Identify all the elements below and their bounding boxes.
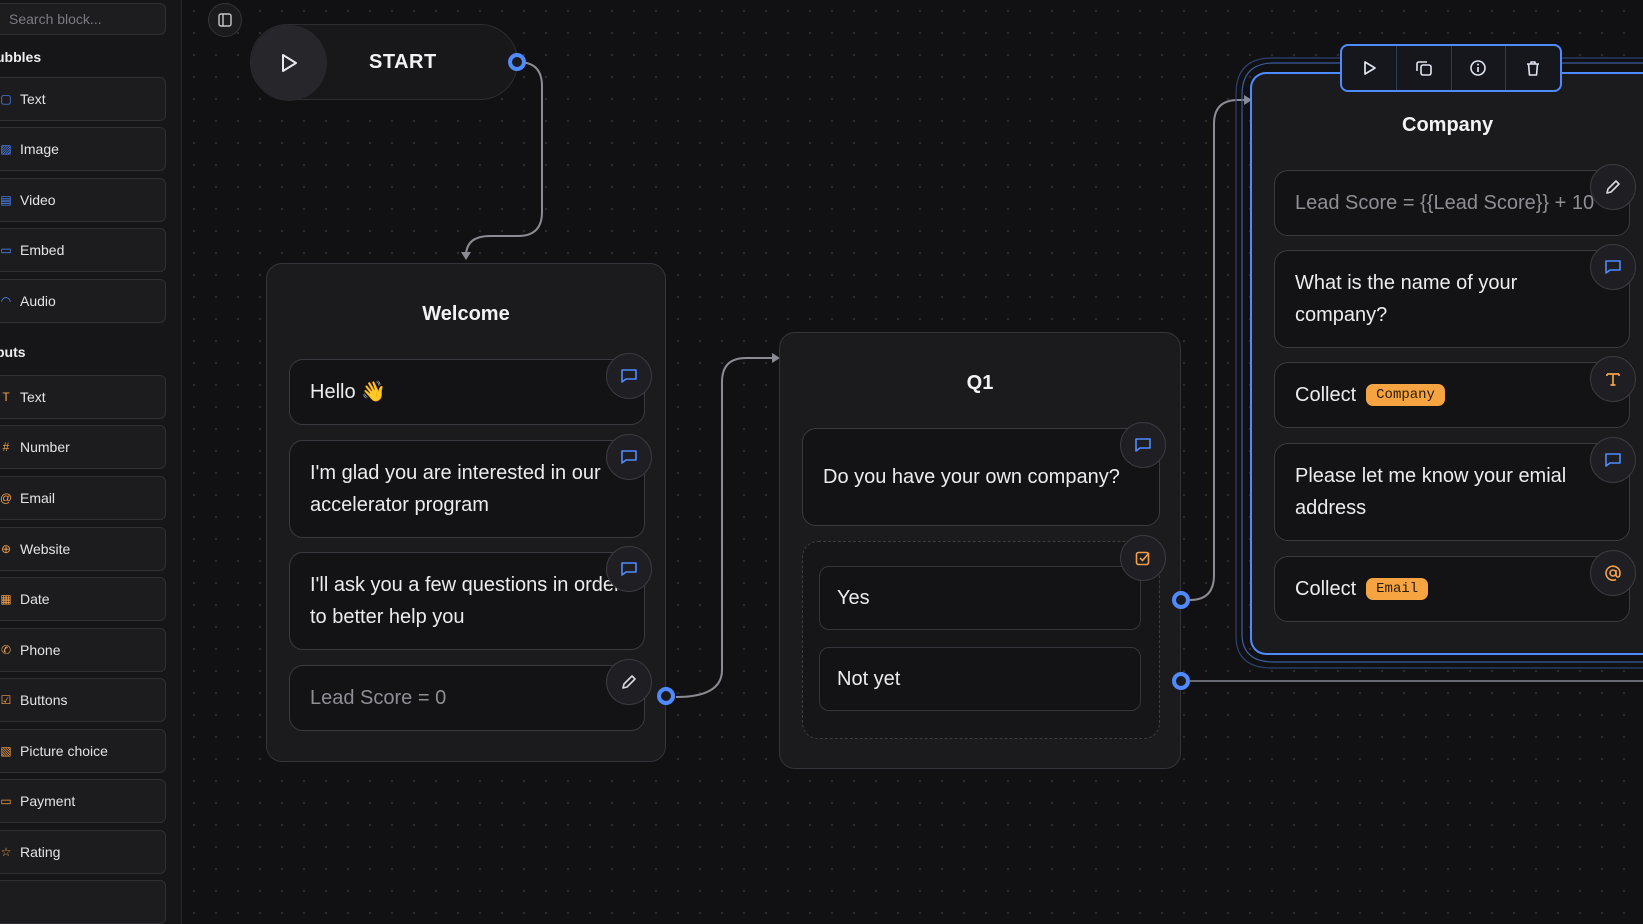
block-text: I'm glad you are interested in our accel… [310,462,601,516]
notyet-output-port[interactable] [1172,672,1190,690]
play-icon[interactable] [251,25,327,101]
variable-tag: Company [1366,384,1445,406]
text-bubble-block[interactable]: Please let me know your emial address [1274,443,1630,541]
block-text: Please let me know your emial address [1295,465,1567,519]
checkbox-icon [1120,535,1166,581]
start-node[interactable]: START [250,24,518,101]
start-label: START [369,51,437,73]
text-input-icon [1590,356,1636,402]
pencil-icon [606,659,652,705]
text-bubble-block[interactable]: I'm glad you are interested in our accel… [289,440,645,538]
block-text: Lead Score = {{Lead Score}} + 10 [1295,192,1595,214]
edge-welcome-q1 [675,357,778,698]
text-bubble-block[interactable]: I'll ask you a few questions in order to… [289,552,645,650]
edge-yes-company [1189,99,1250,601]
choice-label: Not yet [837,667,901,690]
chat-bubble-icon [606,546,652,592]
chat-bubble-icon [1120,422,1166,468]
delete-group-button[interactable] [1506,46,1560,90]
at-icon [1590,550,1636,596]
buttons-input-block[interactable]: Yes Not yet [802,541,1160,739]
edge-arrow [461,252,471,260]
group-title: Q1 [966,372,994,394]
info-icon [1470,60,1487,76]
chat-bubble-icon [606,353,652,399]
block-text: Collect [1295,578,1357,600]
play-icon [1364,61,1376,75]
group-title: Welcome [422,303,510,325]
chat-bubble-icon [1590,244,1636,290]
block-text: Collect [1295,384,1357,406]
text-bubble-block[interactable]: Hello 👋 [289,359,645,425]
text-input-block[interactable]: Collect Company [1274,362,1630,428]
set-variable-block[interactable]: Lead Score = {{Lead Score}} + 10 [1274,170,1630,236]
text-bubble-block[interactable]: Do you have your own company? [802,428,1160,526]
choice-label: Yes [837,586,870,609]
block-text: What is the name of your company? [1295,272,1518,326]
start-output-port[interactable] [508,53,526,71]
email-input-block[interactable]: Collect Email [1274,556,1630,622]
sidebar-toggle-icon [218,13,232,27]
group-company[interactable]: Company Lead Score = {{Lead Score}} + 10… [1250,72,1643,655]
block-text: Hello 👋 [310,381,387,403]
block-text: Lead Score = 0 [310,687,447,709]
choice-yes[interactable]: Yes [819,566,1141,630]
variable-tag: Email [1366,578,1429,600]
set-variable-block[interactable]: Lead Score = 0 [289,665,645,731]
chat-bubble-icon [1590,437,1636,483]
pencil-icon [1590,164,1636,210]
yes-output-port[interactable] [1172,591,1190,609]
block-text: I'll ask you a few questions in order to… [310,574,621,628]
welcome-output-port[interactable] [657,687,675,705]
group-toolbar [1340,44,1562,92]
copy-icon [1415,61,1432,76]
group-info-button[interactable] [1452,46,1507,90]
toggle-sidebar-button[interactable] [208,3,242,37]
play-group-button[interactable] [1342,46,1397,90]
group-title: Company [1402,114,1494,136]
duplicate-group-button[interactable] [1397,46,1452,90]
text-bubble-block[interactable]: What is the name of your company? [1274,250,1630,348]
choice-not-yet[interactable]: Not yet [819,647,1141,711]
block-text: Do you have your own company? [823,466,1120,488]
trash-icon [1527,61,1540,76]
chat-bubble-icon [606,434,652,480]
